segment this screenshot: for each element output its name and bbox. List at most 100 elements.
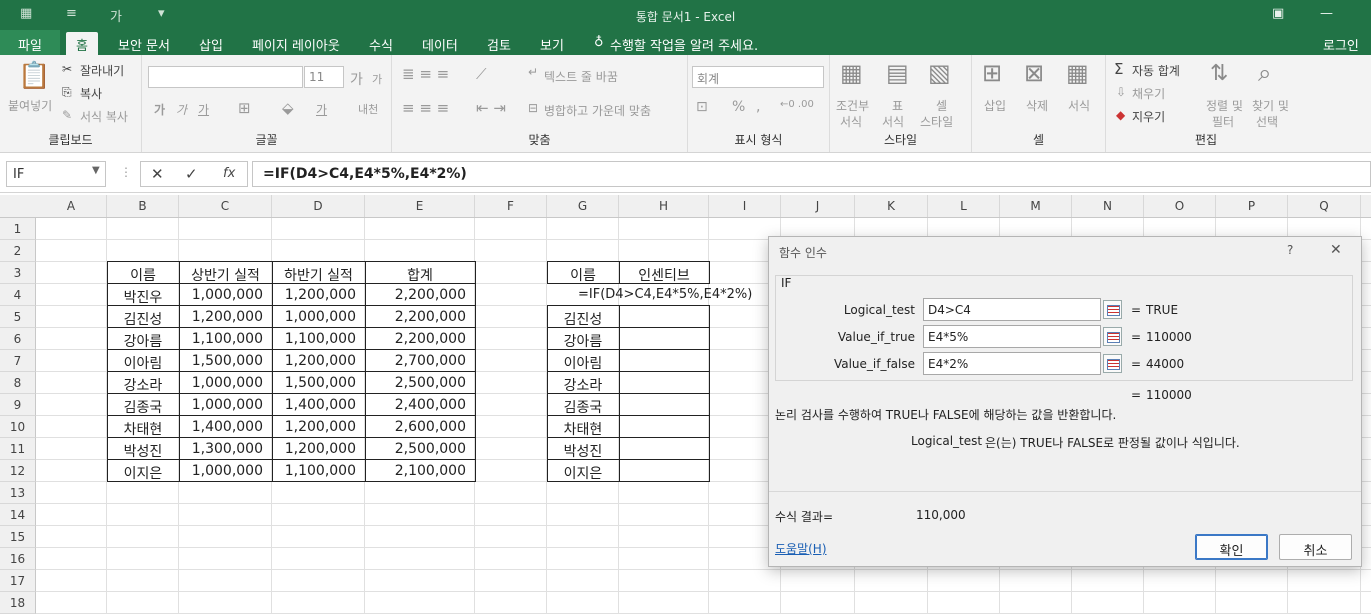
column-header[interactable]: I bbox=[709, 195, 781, 217]
formula-input[interactable]: =IF(D4>C4,E4*5%,E4*2%) bbox=[252, 161, 1371, 187]
column-header[interactable]: L bbox=[928, 195, 1000, 217]
column-header[interactable]: O bbox=[1144, 195, 1216, 217]
font-size-input[interactable]: 11 bbox=[304, 66, 344, 88]
table-cell[interactable]: 1,100,000 bbox=[272, 460, 365, 482]
table-cell[interactable]: 1,400,000 bbox=[179, 416, 272, 438]
table-cell[interactable]: 1,000,000 bbox=[179, 372, 272, 394]
row-header[interactable]: 18 bbox=[0, 592, 36, 614]
close-icon[interactable]: ✕ bbox=[1330, 242, 1342, 258]
number-format-select[interactable]: 회계 bbox=[692, 66, 824, 88]
orientation-icon[interactable]: ⟋ bbox=[476, 65, 487, 83]
decimal-icon[interactable]: ←0 .00 bbox=[780, 99, 814, 110]
cancel-formula-icon[interactable]: ✕ bbox=[151, 165, 164, 183]
row-header[interactable]: 5 bbox=[0, 306, 36, 328]
table-cell[interactable]: 2,500,000 bbox=[365, 438, 475, 460]
table-cell[interactable]: 1,500,000 bbox=[272, 372, 365, 394]
insert-cells-button[interactable]: 삽입 bbox=[984, 97, 1006, 114]
font-name-input[interactable] bbox=[148, 66, 303, 88]
cut-button[interactable]: 잘라내기 bbox=[80, 62, 124, 79]
column-header[interactable]: K bbox=[855, 195, 928, 217]
table-cell[interactable]: 1,300,000 bbox=[179, 438, 272, 460]
column-header[interactable]: G bbox=[547, 195, 619, 217]
row-header[interactable]: 16 bbox=[0, 548, 36, 570]
table-cell[interactable]: 차태현 bbox=[547, 416, 619, 438]
table-cell[interactable]: 1,100,000 bbox=[179, 328, 272, 350]
align-top-icon[interactable]: ≣ ≡ ≡ bbox=[402, 65, 449, 83]
table-cell[interactable]: 1,000,000 bbox=[272, 306, 365, 328]
format-painter-button[interactable]: 서식 복사 bbox=[80, 108, 128, 125]
table-cell[interactable]: 김진성 bbox=[547, 306, 619, 328]
row-header[interactable]: 3 bbox=[0, 262, 36, 284]
borders-icon[interactable]: ⊞ bbox=[238, 99, 251, 117]
table-cell[interactable]: 1,000,000 bbox=[179, 394, 272, 416]
align-left-icon[interactable]: ≡ ≡ ≡ bbox=[402, 99, 449, 117]
row-header[interactable]: 1 bbox=[0, 218, 36, 240]
table-cell[interactable]: 김진성 bbox=[107, 306, 179, 328]
row-header[interactable]: 14 bbox=[0, 504, 36, 526]
collapse-dialog-icon[interactable] bbox=[1103, 354, 1122, 373]
tab-file[interactable]: 파일 bbox=[0, 30, 60, 55]
table-cell[interactable]: 강소라 bbox=[547, 372, 619, 394]
table-cell[interactable]: 2,600,000 bbox=[365, 416, 475, 438]
tab-insert[interactable]: 삽입 bbox=[199, 35, 223, 54]
table-cell[interactable]: 김종국 bbox=[547, 394, 619, 416]
table-cell[interactable]: 이아림 bbox=[107, 350, 179, 372]
column-header[interactable]: B bbox=[107, 195, 179, 217]
sign-in-link[interactable]: 로그인 bbox=[1323, 35, 1359, 54]
column-header[interactable]: Q bbox=[1288, 195, 1361, 217]
column-header[interactable]: J bbox=[781, 195, 855, 217]
value-if-false-input[interactable]: E4*2% bbox=[923, 352, 1101, 375]
phonetic-button[interactable]: 내천 bbox=[358, 101, 378, 117]
tab-view[interactable]: 보기 bbox=[540, 35, 564, 54]
table-cell[interactable]: 강아름 bbox=[547, 328, 619, 350]
row-header[interactable]: 6 bbox=[0, 328, 36, 350]
column-header[interactable]: C bbox=[179, 195, 272, 217]
name-box-dropdown-icon[interactable]: ▼ bbox=[92, 165, 100, 176]
paste-button[interactable]: 붙여넣기 bbox=[8, 97, 52, 114]
fill-button[interactable]: 채우기 bbox=[1132, 85, 1165, 102]
table-cell[interactable]: 이아림 bbox=[547, 350, 619, 372]
table-cell[interactable]: 2,700,000 bbox=[365, 350, 475, 372]
table-cell[interactable]: 강아름 bbox=[107, 328, 179, 350]
cancel-button[interactable]: 취소 bbox=[1279, 534, 1352, 560]
row-header[interactable]: 7 bbox=[0, 350, 36, 372]
column-header[interactable]: H bbox=[619, 195, 709, 217]
column-header[interactable]: F bbox=[475, 195, 547, 217]
table-cell[interactable]: 차태현 bbox=[107, 416, 179, 438]
table-cell[interactable]: 1,200,000 bbox=[272, 350, 365, 372]
indent-icon[interactable]: ⇤ ⇥ bbox=[476, 99, 506, 117]
tab-home[interactable]: 홈 bbox=[66, 32, 98, 55]
table-cell[interactable]: 1,500,000 bbox=[179, 350, 272, 372]
conditional-format-button[interactable]: 조건부 bbox=[836, 97, 869, 114]
logical-test-input[interactable]: D4>C4 bbox=[923, 298, 1101, 321]
row-header[interactable]: 8 bbox=[0, 372, 36, 394]
clear-button[interactable]: 지우기 bbox=[1132, 108, 1165, 125]
table-cell[interactable]: 1,100,000 bbox=[272, 328, 365, 350]
row-header[interactable]: 15 bbox=[0, 526, 36, 548]
table-cell[interactable]: 1,400,000 bbox=[272, 394, 365, 416]
percent-button[interactable]: % bbox=[732, 99, 745, 115]
format-table-button[interactable]: 표 bbox=[892, 97, 903, 114]
value-if-true-input[interactable]: E4*5% bbox=[923, 325, 1101, 348]
column-header[interactable]: M bbox=[1000, 195, 1072, 217]
table-cell[interactable]: 2,500,000 bbox=[365, 372, 475, 394]
autosum-button[interactable]: 자동 합계 bbox=[1132, 62, 1180, 79]
help-question-icon[interactable]: ? bbox=[1287, 243, 1293, 257]
table-header[interactable]: 인센티브 bbox=[619, 262, 709, 284]
wrap-text-button[interactable]: 텍스트 줄 바꿈 bbox=[544, 68, 618, 85]
sort-filter-button[interactable]: 정렬 및 bbox=[1206, 97, 1243, 114]
table-header[interactable]: 상반기 실적 bbox=[179, 262, 272, 284]
italic-button[interactable]: 가 bbox=[176, 101, 187, 118]
grow-font-button[interactable]: 가 bbox=[350, 69, 363, 89]
table-cell[interactable]: 2,200,000 bbox=[365, 306, 475, 328]
table-header[interactable]: 이름 bbox=[547, 262, 619, 284]
find-select-button[interactable]: 찾기 및 bbox=[1252, 97, 1289, 114]
enter-formula-icon[interactable]: ✓ bbox=[185, 165, 198, 183]
collapse-dialog-icon[interactable] bbox=[1103, 300, 1122, 319]
currency-icon[interactable]: ⊡ bbox=[696, 99, 708, 115]
table-cell[interactable]: 1,200,000 bbox=[179, 306, 272, 328]
column-header[interactable]: P bbox=[1216, 195, 1288, 217]
tab-security-doc[interactable]: 보안 문서 bbox=[118, 35, 170, 54]
help-link[interactable]: 도움말(H) bbox=[775, 540, 827, 557]
insert-function-icon[interactable]: fx bbox=[223, 166, 235, 181]
